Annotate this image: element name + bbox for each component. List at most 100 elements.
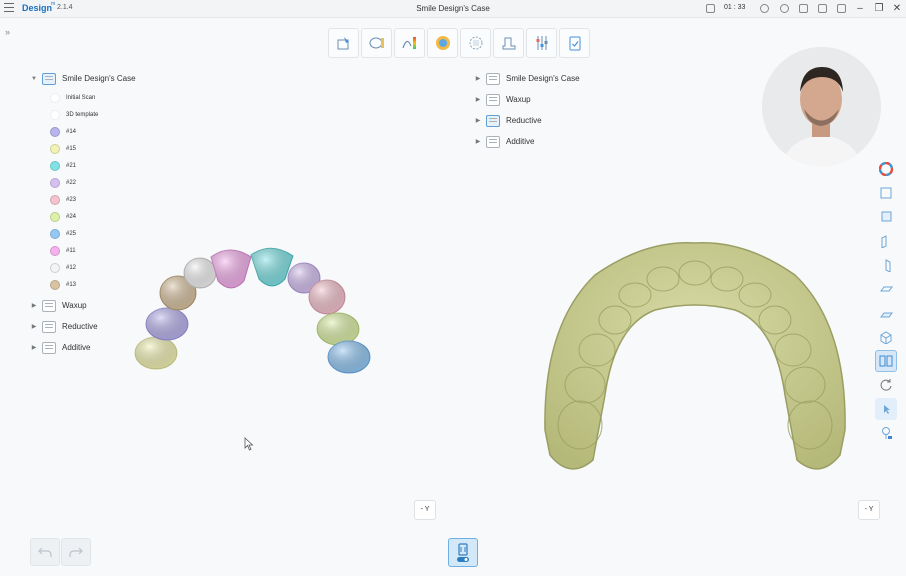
tooth-color-swatch [50,194,60,205]
tooth-color-swatch [50,279,60,290]
tree-item-tooth-22[interactable]: #22 [30,174,136,191]
tree-item-tooth-14[interactable]: #14 [30,123,136,140]
tree-group-label: Reductive [62,322,98,331]
tree-item-tooth-23[interactable]: #23 [30,191,136,208]
right-view-axis-button[interactable]: - Y [858,500,880,520]
tooth-color-swatch [50,245,60,256]
undo-button[interactable] [30,538,60,566]
view-left-icon[interactable] [875,230,897,252]
minimize-button[interactable]: – [853,2,867,16]
left-view-axis-button[interactable]: - Y [414,500,436,520]
right-tree-item-case[interactable]: ▶ Smile Design's Case [474,68,580,89]
top-toolbar [328,28,590,58]
tooth-12-model[interactable] [183,257,217,289]
right-tree-item-waxup[interactable]: ▶ Waxup [474,89,580,110]
tooth-color-swatch [50,211,60,222]
window-title: Smile Design's Case [416,4,490,13]
presenter-webcam [762,47,881,166]
model-base-icon[interactable] [493,28,524,58]
camera-icon[interactable] [799,4,808,13]
right-tree-item-additive[interactable]: ▶ Additive [474,131,580,152]
tree-root-label: Smile Design's Case [62,74,136,83]
collapse-caret-icon[interactable]: ▼ [30,76,38,82]
reset-rotate-icon[interactable] [875,374,897,396]
template-icon [50,109,60,120]
expand-caret-icon[interactable]: ▶ [474,96,482,103]
tree-item-label: #11 [66,247,76,254]
redo-button[interactable] [61,538,91,566]
right-3d-viewport[interactable] [535,235,855,485]
redo-icon [69,547,83,557]
expand-caret-icon[interactable]: ▶ [30,344,38,351]
tooth-select-icon[interactable] [328,28,359,58]
expand-caret-icon[interactable]: ▶ [30,323,38,330]
recording-icon[interactable] [706,4,715,13]
cursor-select-icon[interactable] [875,398,897,420]
expand-caret-icon[interactable]: ▶ [474,75,482,82]
stop-icon[interactable] [780,4,789,13]
split-view-icon[interactable] [875,350,897,372]
tree-item-label: #25 [66,230,77,237]
close-button[interactable]: ✕ [890,2,904,16]
view-right-icon[interactable] [875,254,897,276]
left-3d-viewport[interactable] [120,235,390,385]
tree-item-label: #13 [66,281,77,288]
folder-icon [42,341,56,354]
tree-item-label: Smile Design's Case [506,74,580,83]
tree-item-label: Initial Scan [66,94,96,101]
undo-redo-group [30,538,91,566]
jaw-model[interactable] [544,242,846,470]
tree-group-label: Waxup [62,301,87,310]
tree-item-label: #15 [66,145,77,152]
view-front-icon[interactable] [875,182,897,204]
tree-item-label: 3D template [66,111,99,118]
tooth-color-swatch [50,143,60,154]
tooth-color-swatch [50,177,60,188]
tooth-24-model[interactable] [316,312,360,346]
expand-caret-icon[interactable]: ▶ [474,117,482,124]
expand-caret-icon[interactable]: ▶ [30,302,38,309]
expand-caret-icon[interactable]: ▶ [474,138,482,145]
light-icon[interactable] [875,422,897,444]
folder-icon [486,93,500,106]
tooth-11-model[interactable] [210,249,252,289]
screen-icon[interactable] [818,4,827,13]
adjust-sliders-icon[interactable] [526,28,557,58]
tree-item-3d-template[interactable]: 3D template [30,106,136,123]
tree-item-tooth-24[interactable]: #24 [30,208,136,225]
tooth-15-model[interactable] [134,336,178,370]
right-tree-item-reductive[interactable]: ▶ Reductive [474,110,580,131]
tooth-library-icon[interactable] [427,28,458,58]
tooth-25-model[interactable] [327,340,371,374]
view-3d-icon[interactable] [875,326,897,348]
pause-icon[interactable] [760,4,769,13]
tree-item-initial-scan[interactable]: Initial Scan [30,89,136,106]
tooth-14-model[interactable] [145,307,189,341]
tooth-21-model[interactable] [250,247,294,287]
tree-item-label: #14 [66,128,77,135]
case-folder-icon [42,72,56,85]
folder-icon [486,72,500,85]
view-top-icon[interactable] [875,278,897,300]
color-wheel-icon[interactable] [875,158,897,180]
tree-item-tooth-15[interactable]: #15 [30,140,136,157]
folder-icon [42,299,56,312]
clipboard-check-icon[interactable] [559,28,590,58]
window-icon[interactable] [837,4,846,13]
tree-item-label: Additive [506,137,535,146]
tree-root[interactable]: ▼ Smile Design's Case [30,68,136,89]
scan-device-icon [457,542,469,562]
view-back-icon[interactable] [875,206,897,228]
folder-icon [486,114,500,127]
scan-mode-toggle-button[interactable] [448,538,478,567]
tree-item-label: #12 [66,264,77,271]
margin-line-icon[interactable] [361,28,392,58]
expand-sidebar-icon[interactable]: » [5,27,10,37]
rotate-tooth-icon[interactable] [460,28,491,58]
curve-color-icon[interactable] [394,28,425,58]
maximize-button[interactable]: ❐ [872,2,886,16]
tree-item-tooth-21[interactable]: #21 [30,157,136,174]
tooth-color-swatch [50,126,60,137]
view-bottom-icon[interactable] [875,302,897,324]
tooth-23-model[interactable] [308,279,346,315]
